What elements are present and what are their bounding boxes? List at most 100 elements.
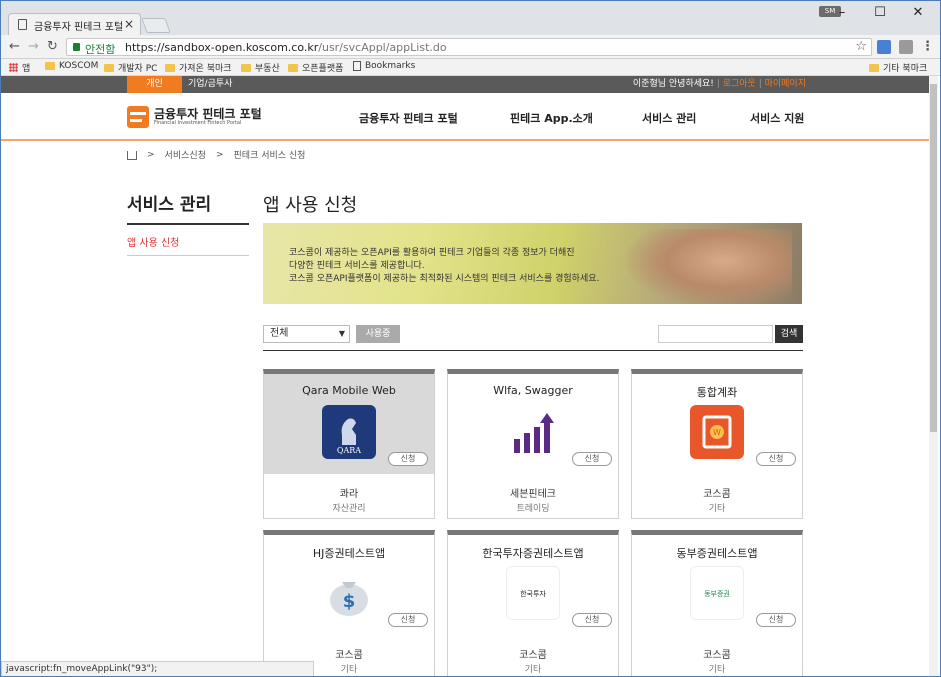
- bookmark-other[interactable]: 기타 북마크: [869, 61, 927, 74]
- chevron-down-icon: ▼: [338, 329, 345, 338]
- logo-icon: [127, 106, 149, 128]
- app-company: 코스콤: [703, 650, 731, 661]
- tab-corporate[interactable]: 기업/금투사: [188, 76, 232, 93]
- app-card[interactable]: Wlfa, Swagger 신청 세븐핀테크 트레이딩: [447, 369, 619, 519]
- banner-text: 코스콤 오픈API플랫폼이 제공하는 최적화된 시스템의 핀테크 서비스를 경험…: [289, 274, 600, 284]
- bookmark-label: 가져온 북마크: [179, 64, 232, 74]
- folder-icon: [869, 63, 879, 72]
- app-company: 코스콤: [335, 650, 363, 661]
- page-content: 개인 기업/금투사 이준형님 안녕하세요! | 로그아웃 | 마이페이지 금융투…: [1, 76, 930, 676]
- breadcrumb: > 서비스신청 > 핀테크 서비스 신청: [127, 148, 305, 161]
- address-bar-row: ← → ↻ 안전함 https://sandbox-open.koscom.co…: [1, 35, 940, 59]
- bookmark-imported[interactable]: 가져온 북마크: [165, 61, 232, 74]
- app-card[interactable]: 통합계좌 W 신청 코스콤 기타: [631, 369, 803, 519]
- apply-button[interactable]: 신청: [388, 613, 428, 627]
- app-card[interactable]: 동부증권테스트앱 동부증권 신청 코스콤 기타: [631, 530, 803, 676]
- top-utility-bar: 개인 기업/금투사 이준형님 안녕하세요! | 로그아웃 | 마이페이지: [1, 76, 930, 93]
- bookmark-star-icon[interactable]: ☆: [855, 39, 867, 54]
- sidebar-item-app-apply[interactable]: 앱 사용 신청: [127, 234, 179, 249]
- url-host: https://sandbox-open.koscom.co.kr: [125, 41, 319, 54]
- bookmark-label: Bookmarks: [365, 61, 416, 71]
- nav-service-management[interactable]: 서비스 관리: [642, 110, 696, 126]
- browser-tab[interactable]: 금융투자 핀테크 포털 ×: [8, 13, 141, 35]
- bookmark-apps[interactable]: 앱: [9, 61, 30, 74]
- app-name: 한국투자증권테스트앱: [482, 547, 584, 560]
- menu-icon[interactable]: ⋮: [921, 39, 934, 54]
- site-logo[interactable]: 금융투자 핀테크 포털 Financial Investment Fintech…: [127, 106, 262, 128]
- sidebar-divider: [127, 223, 249, 225]
- app-company: 코스콤: [703, 489, 731, 500]
- translate-extension-icon[interactable]: [877, 40, 891, 54]
- category-select[interactable]: 전체 ▼: [263, 325, 350, 343]
- user-menu: 이준형님 안녕하세요! | 로그아웃 | 마이페이지: [632, 79, 806, 89]
- app-name: 통합계좌: [696, 386, 738, 399]
- url-bar[interactable]: 안전함 https://sandbox-open.koscom.co.kr/us…: [66, 38, 872, 56]
- bookmark-realestate[interactable]: 부동산: [241, 61, 280, 74]
- bookmark-label: 앱: [22, 64, 31, 74]
- logout-link[interactable]: 로그아웃: [723, 79, 756, 89]
- tab-title: 금융투자 핀테크 포털: [34, 22, 124, 33]
- app-card[interactable]: HJ증권테스트앱 $ 신청 코스콤 기타: [263, 530, 435, 676]
- banner-image: [622, 229, 792, 304]
- app-company: 코스콤: [519, 650, 547, 661]
- chevron-right-icon: >: [215, 149, 224, 160]
- folder-icon: [45, 62, 55, 70]
- extension-icon[interactable]: [899, 40, 913, 54]
- apply-button[interactable]: 신청: [572, 452, 612, 466]
- bookmark-openplatform[interactable]: 오픈플랫폼: [288, 61, 343, 74]
- bookmark-bookmarks[interactable]: Bookmarks: [353, 61, 415, 71]
- apply-button[interactable]: 신청: [388, 452, 428, 466]
- category-select-value: 전체: [270, 328, 289, 339]
- apply-button[interactable]: 신청: [756, 452, 796, 466]
- nav-fintech-app[interactable]: 핀테크 App.소개: [510, 110, 593, 126]
- svg-text:W: W: [713, 428, 721, 437]
- status-bar: javascript:fn_moveAppLink("93");: [1, 661, 314, 676]
- greeting-text: 이준형님 안녕하세요!: [632, 79, 714, 89]
- home-icon[interactable]: [127, 151, 137, 160]
- logo-name: 금융투자 핀테크 포털: [154, 107, 262, 121]
- new-tab-button[interactable]: [141, 18, 171, 33]
- mypage-link[interactable]: 마이페이지: [765, 79, 806, 89]
- page-title: 앱 사용 신청: [263, 195, 358, 216]
- close-tab-icon[interactable]: ×: [124, 17, 134, 31]
- apply-button[interactable]: 신청: [572, 613, 612, 627]
- nav-service-support[interactable]: 서비스 지원: [750, 110, 804, 126]
- minimize-icon[interactable]: –: [830, 5, 854, 20]
- bookmark-label: 개발자 PC: [118, 64, 158, 74]
- forward-icon[interactable]: →: [28, 39, 39, 54]
- reload-icon[interactable]: ↻: [47, 39, 58, 54]
- sidebar-title: 서비스 관리: [127, 195, 212, 215]
- tab-personal[interactable]: 개인: [127, 76, 182, 93]
- vertical-scrollbar[interactable]: [929, 76, 938, 676]
- nav-fintech-portal[interactable]: 금융투자 핀테크 포털: [359, 110, 458, 126]
- secure-label: 안전함: [85, 43, 116, 56]
- search-input[interactable]: [658, 325, 773, 343]
- back-icon[interactable]: ←: [9, 39, 20, 54]
- money-bag-icon: $: [330, 582, 368, 616]
- app-name: Wlfa, Swagger: [493, 384, 573, 397]
- banner-text: 다양한 핀테크 서비스를 제공합니다.: [289, 261, 425, 271]
- url-path: /usr/svcAppl/appList.do: [318, 41, 447, 54]
- scrollbar-thumb[interactable]: [930, 84, 937, 432]
- bookmark-label: 오픈플랫폼: [302, 64, 344, 74]
- app-name: 동부증권테스트앱: [676, 547, 758, 560]
- app-card[interactable]: 한국투자증권테스트앱 한국투자 신청 코스콤 기타: [447, 530, 619, 676]
- search-button[interactable]: 검색: [775, 325, 803, 343]
- qara-logo-icon: QARA: [322, 405, 376, 459]
- breadcrumb-item[interactable]: 서비스신청: [165, 148, 206, 161]
- hankook-logo-icon: 한국투자: [506, 566, 560, 620]
- breadcrumb-item[interactable]: 핀테크 서비스 신청: [234, 148, 306, 161]
- maximize-icon[interactable]: ☐: [868, 5, 892, 20]
- app-category: 기타: [524, 665, 542, 675]
- page-icon: [353, 61, 361, 71]
- apply-button[interactable]: 신청: [756, 613, 796, 627]
- close-window-icon[interactable]: ✕: [906, 5, 930, 20]
- app-name: HJ증권테스트앱: [312, 547, 386, 560]
- bookmark-dev-pc[interactable]: 개발자 PC: [104, 61, 157, 74]
- bar-arrow-logo-icon: [506, 405, 560, 459]
- filter-bar: 전체 ▼ 사용중 검색: [263, 325, 803, 351]
- app-card[interactable]: Qara Mobile Web QARA 신청 콰라 자산관리: [263, 369, 435, 519]
- in-use-button[interactable]: 사용중: [356, 325, 400, 343]
- page-icon: [18, 19, 27, 30]
- bookmark-koscom[interactable]: KOSCOM: [45, 61, 98, 71]
